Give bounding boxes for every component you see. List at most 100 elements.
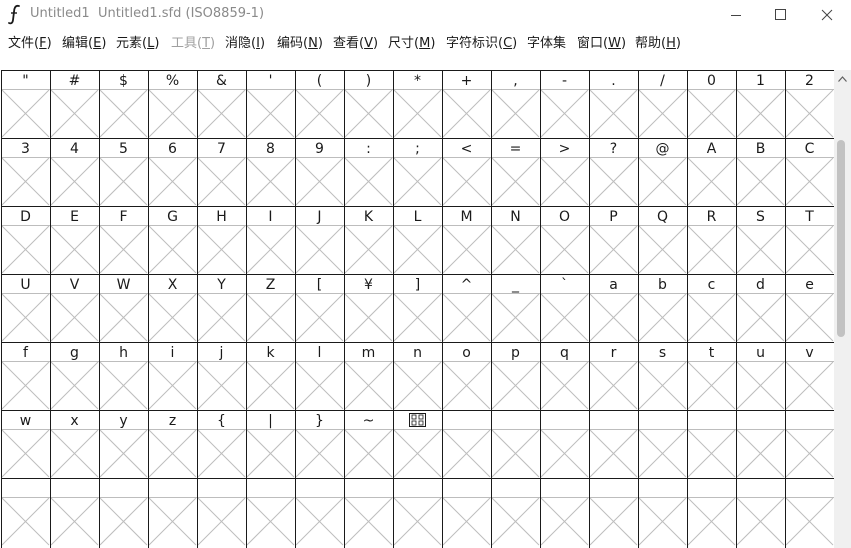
scroll-up-button[interactable] (834, 70, 851, 87)
glyph-cell[interactable]: i (148, 345, 197, 410)
glyph-cell[interactable]: ( (295, 73, 344, 138)
glyph-cell[interactable]: X (148, 277, 197, 342)
glyph-cell[interactable] (736, 429, 785, 478)
glyph-cell[interactable]: P (589, 209, 638, 274)
glyph-cell[interactable] (246, 497, 295, 546)
glyph-cell[interactable]: 2 (785, 73, 834, 138)
glyph-cell[interactable]: s (638, 345, 687, 410)
menu-window[interactable]: 窗口(W) (577, 35, 626, 53)
glyph-cell[interactable]: p (491, 345, 540, 410)
glyph-cell[interactable]: ) (344, 73, 393, 138)
maximize-button[interactable] (758, 0, 804, 30)
minimize-button[interactable] (713, 0, 759, 30)
menu-encoding[interactable]: 编码(N) (277, 35, 323, 53)
glyph-cell[interactable]: S (736, 209, 785, 274)
glyph-cell[interactable]: + (442, 73, 491, 138)
glyph-cell[interactable]: r (589, 345, 638, 410)
glyph-cell[interactable]: M (442, 209, 491, 274)
glyph-cell[interactable]: y (99, 413, 148, 478)
glyph-cell[interactable]: O (540, 209, 589, 274)
glyph-cell[interactable] (295, 497, 344, 546)
glyph-cell[interactable]: k (246, 345, 295, 410)
glyph-cell[interactable]: U (1, 277, 50, 342)
glyph-cell[interactable]: & (197, 73, 246, 138)
glyph-cell[interactable]: | (246, 413, 295, 478)
glyph-cell[interactable]: Y (197, 277, 246, 342)
glyph-cell[interactable]: j (197, 345, 246, 410)
glyph-cell[interactable]: 7 (197, 141, 246, 206)
glyph-cell[interactable]: Z (246, 277, 295, 342)
glyph-cell[interactable]: x (50, 413, 99, 478)
glyph-cell[interactable]: - (540, 73, 589, 138)
glyph-cell[interactable]: : (344, 141, 393, 206)
glyph-cell[interactable]: 9 (295, 141, 344, 206)
glyph-cell[interactable]: ~ (344, 413, 393, 478)
glyph-cell[interactable] (540, 497, 589, 546)
glyph-cell[interactable]: t (687, 345, 736, 410)
glyph-cell[interactable] (687, 497, 736, 546)
glyph-cell[interactable]: ? (589, 141, 638, 206)
glyph-cell[interactable]: c (687, 277, 736, 342)
glyph-cell[interactable]: a (589, 277, 638, 342)
glyph-cell[interactable]: l (295, 345, 344, 410)
glyph-cell[interactable]: ] (393, 277, 442, 342)
glyph-cell[interactable]: 3 (1, 141, 50, 206)
menu-tools[interactable]: 工具(T) (171, 35, 215, 53)
glyph-cell[interactable]: T (785, 209, 834, 274)
glyph-cell[interactable]: * (393, 73, 442, 138)
glyph-cell[interactable] (785, 497, 834, 546)
glyph-cell[interactable]: w (1, 413, 50, 478)
glyph-cell[interactable]: E (50, 209, 99, 274)
close-button[interactable] (804, 0, 850, 30)
glyph-cell[interactable]: 1 (736, 73, 785, 138)
glyph-cell[interactable]: H (197, 209, 246, 274)
glyph-cell[interactable]: 4 (50, 141, 99, 206)
glyph-cell[interactable]: g (50, 345, 99, 410)
glyph-cell[interactable]: @ (638, 141, 687, 206)
glyph-cell[interactable]: I (246, 209, 295, 274)
glyph-cell[interactable]: D (1, 209, 50, 274)
glyph-cell[interactable]: K (344, 209, 393, 274)
menu-edit[interactable]: 编辑(E) (62, 35, 106, 53)
glyph-cell[interactable]: R (687, 209, 736, 274)
glyph-cell[interactable]: $ (99, 73, 148, 138)
glyph-cell[interactable] (491, 429, 540, 478)
glyph-cell[interactable]: _ (491, 277, 540, 342)
glyph-cell[interactable]: } (295, 413, 344, 478)
glyph-cell[interactable]: ' (246, 73, 295, 138)
glyph-cell[interactable] (99, 497, 148, 546)
glyph-cell[interactable] (638, 429, 687, 478)
glyph-cell[interactable]: F (99, 209, 148, 274)
glyph-cell[interactable]: h (99, 345, 148, 410)
glyph-cell[interactable]: ^ (442, 277, 491, 342)
glyph-cell[interactable]: n (393, 345, 442, 410)
menu-help[interactable]: 帮助(H) (635, 35, 681, 53)
glyph-cell[interactable] (393, 413, 442, 478)
menu-hints[interactable]: 消隐(I) (225, 35, 265, 53)
glyph-cell[interactable]: . (589, 73, 638, 138)
glyph-cell[interactable]: / (638, 73, 687, 138)
menu-file[interactable]: 文件(F) (8, 35, 52, 53)
glyph-cell[interactable]: G (148, 209, 197, 274)
glyph-cell[interactable] (442, 497, 491, 546)
glyph-cell[interactable]: B (736, 141, 785, 206)
menu-metrics[interactable]: 尺寸(M) (388, 35, 435, 53)
glyph-cell[interactable]: m (344, 345, 393, 410)
glyph-cell[interactable] (687, 429, 736, 478)
menu-mm[interactable]: 字体集 (527, 35, 566, 53)
glyph-cell[interactable]: z (148, 413, 197, 478)
glyph-cell[interactable] (589, 497, 638, 546)
glyph-cell[interactable]: q (540, 345, 589, 410)
glyph-cell[interactable]: = (491, 141, 540, 206)
glyph-cell[interactable] (393, 497, 442, 546)
glyph-cell[interactable]: J (295, 209, 344, 274)
glyph-cell[interactable] (638, 497, 687, 546)
glyph-cell[interactable] (540, 429, 589, 478)
glyph-cell[interactable]: o (442, 345, 491, 410)
glyph-cell[interactable]: 6 (148, 141, 197, 206)
glyph-cell[interactable] (344, 497, 393, 546)
glyph-cell[interactable]: < (442, 141, 491, 206)
glyph-cell[interactable] (1, 497, 50, 546)
glyph-cell[interactable]: A (687, 141, 736, 206)
glyph-cell[interactable] (442, 429, 491, 478)
